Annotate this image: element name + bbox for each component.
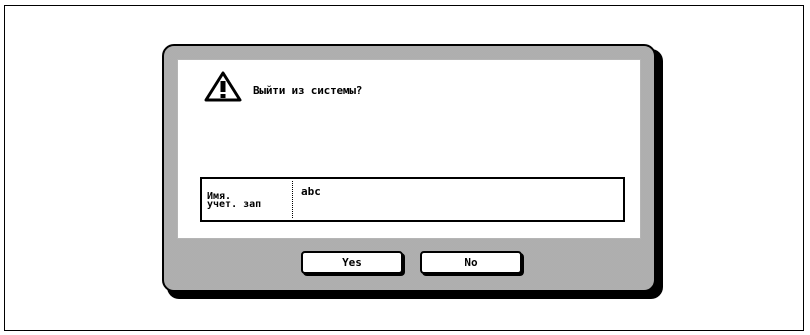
account-name-value: abc — [301, 185, 321, 198]
dialog-content-panel: Выйти из системы? Имя. учет. зап abc — [177, 59, 641, 239]
warning-icon — [204, 71, 242, 102]
yes-button[interactable]: Yes — [301, 251, 403, 274]
no-button[interactable]: No — [420, 251, 522, 274]
account-label: Имя. учет. зап — [204, 181, 293, 218]
account-label-line-2: учет. зап — [207, 199, 262, 210]
dialog-message: Выйти из системы? — [253, 84, 363, 97]
account-info-box: Имя. учет. зап abc — [200, 177, 625, 222]
logout-dialog: Выйти из системы? Имя. учет. зап abc Yes… — [162, 44, 656, 292]
